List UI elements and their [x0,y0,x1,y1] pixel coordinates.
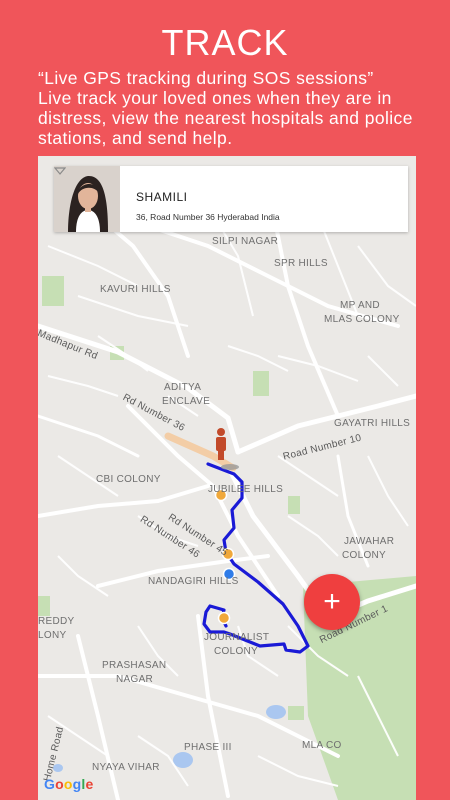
map-label: ENCLAVE [162,396,211,407]
add-button[interactable]: + [304,574,360,630]
map-label: REDDY [38,616,75,627]
map-label: MLAS COLONY [324,314,400,325]
contact-name: SHAMILI [136,190,188,204]
map-roads [38,168,416,800]
map-label: JUBILEE HILLS [208,484,284,495]
feature-text: Live track your loved ones when they are… [38,88,413,148]
map-label: NYAYA VIHAR [92,762,160,773]
map-label: JOURNALIST [204,632,270,643]
map-label: NANDAGIRI HILLS [148,576,239,587]
map-label: KAVURI HILLS [100,284,171,295]
map-label: COLONY [214,646,259,657]
map-label: GAYATRI HILLS [334,418,411,429]
contact-card[interactable]: SHAMILI 36, Road Number 36 Hyderabad Ind… [54,166,408,232]
map-label: MP AND [340,300,380,311]
map-label: PHASE III [184,742,232,753]
feature-description: “Live GPS tracking during SOS sessions” … [38,68,436,148]
map-label: CBI COLONY [96,474,161,485]
map-label: JAWAHAR [344,536,395,547]
map-label: MLA CO [302,740,342,751]
plus-icon: + [323,585,341,618]
page-title: TRACK [161,22,289,63]
map-label: SILPI NAGAR [212,236,279,247]
google-logo: Google [44,776,94,792]
map-label: COLONY [342,550,387,561]
contact-address: 36, Road Number 36 Hyderabad India [136,212,280,222]
map-label: ADITYA [164,382,202,393]
chevron-down-icon[interactable] [54,166,66,176]
feature-quote: “Live GPS tracking during SOS sessions” [38,68,374,88]
map-view[interactable]: SILPI NAGAR SPR HILLS KAVURI HILLS MP AN… [38,156,416,800]
map-label: SPR HILLS [274,258,328,269]
map-label: NAGAR [116,674,154,685]
map-label: PRASHASAN [102,660,167,671]
map-label: LONY [38,630,67,641]
